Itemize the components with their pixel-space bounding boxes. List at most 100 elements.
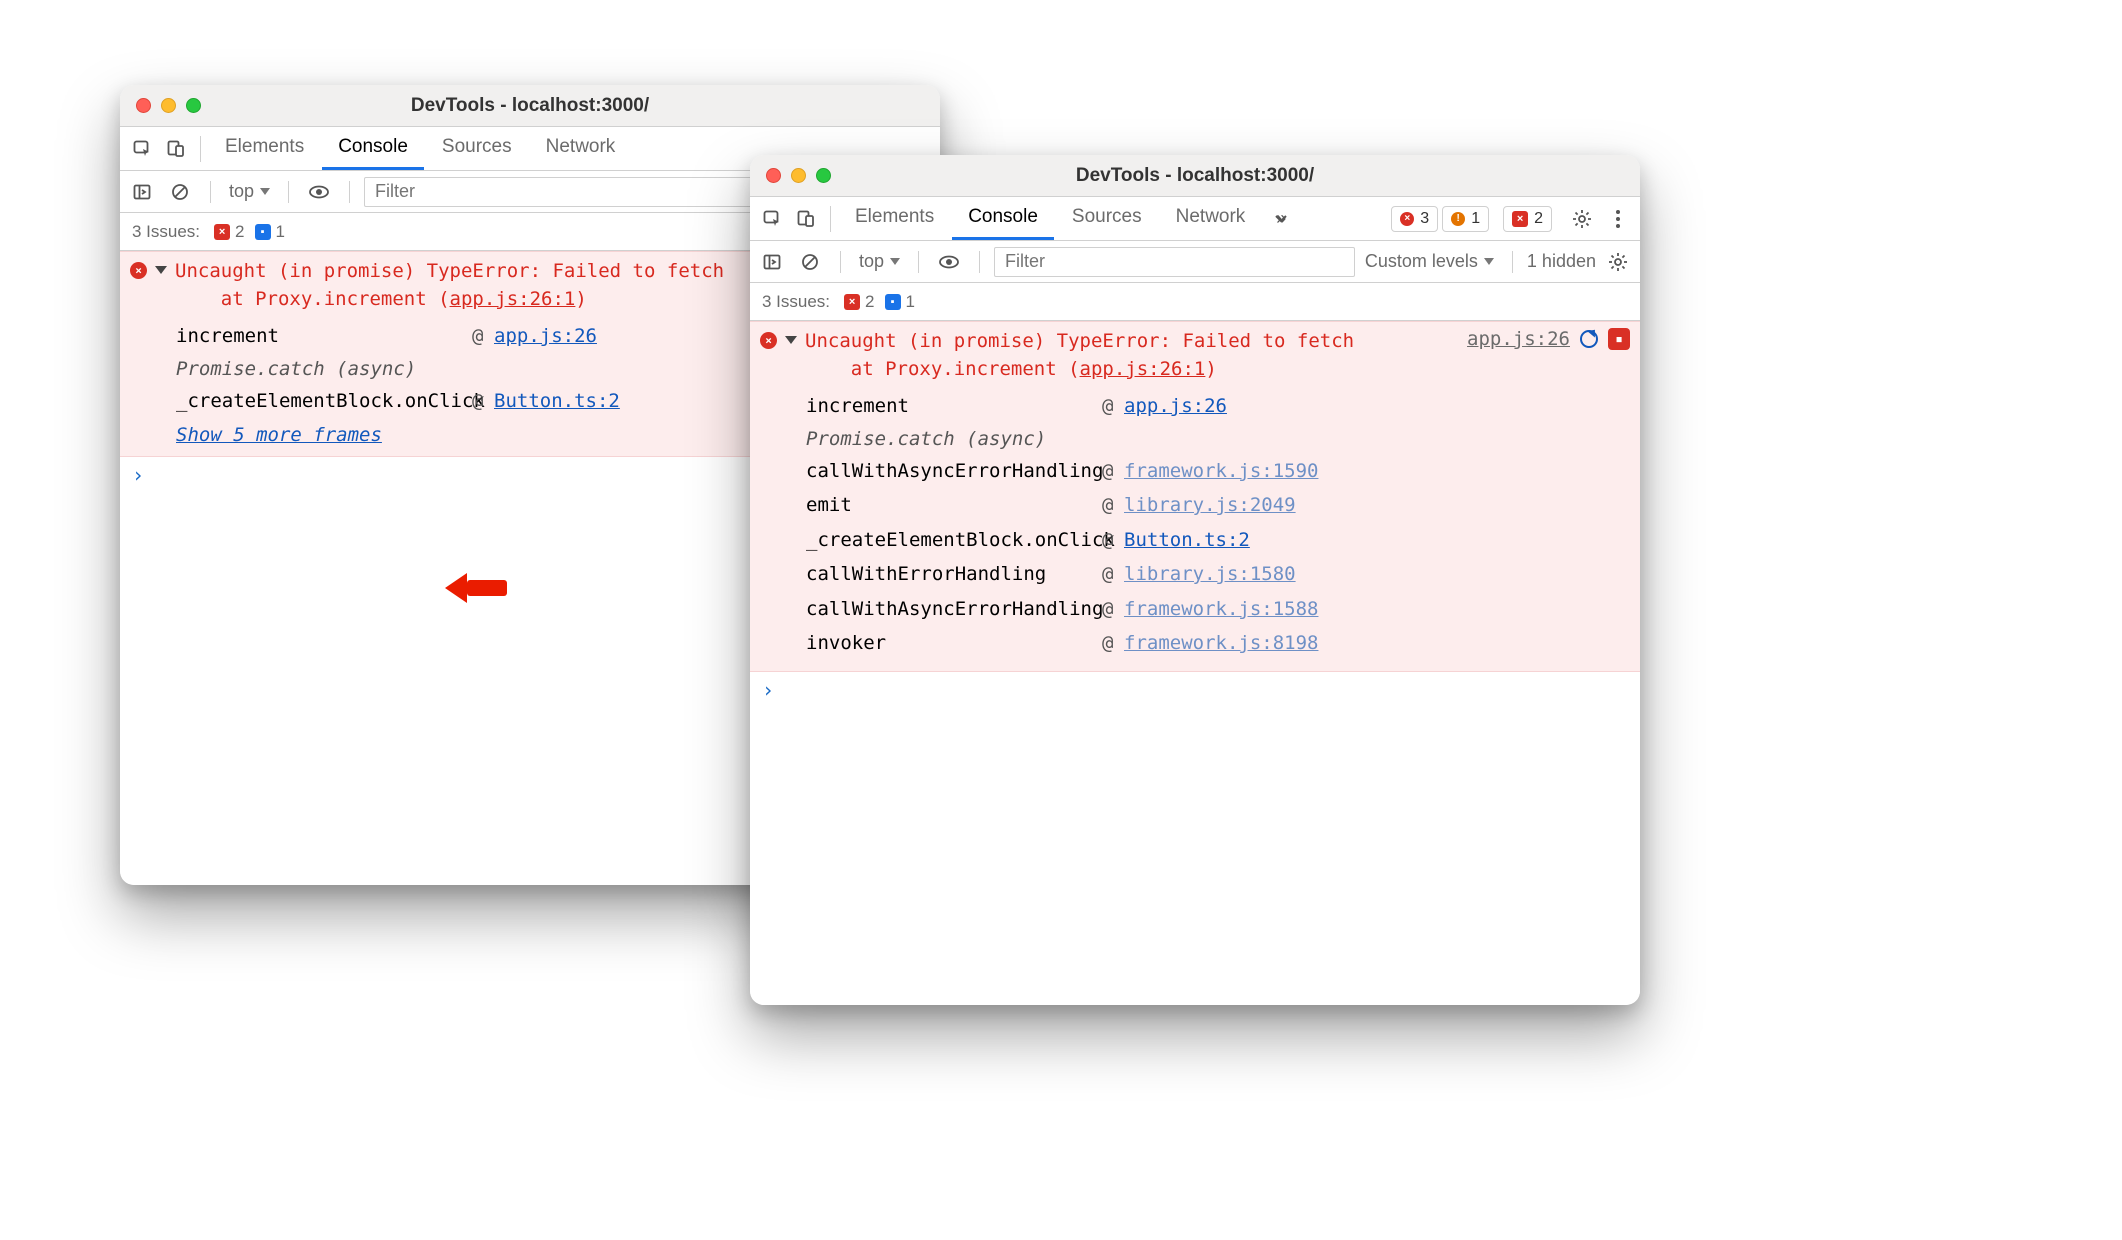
frame-function: callWithAsyncErrorHandling xyxy=(806,457,1096,486)
stack-frame: emit@library.js:2049 xyxy=(806,488,1630,523)
frame-function: invoker xyxy=(806,629,1096,658)
info-icon: ▪ xyxy=(255,224,271,240)
device-toolbar-icon[interactable] xyxy=(160,133,192,165)
tab-console[interactable]: Console xyxy=(322,127,424,170)
error-entry[interactable]: × Uncaught (in promise) TypeError: Faile… xyxy=(750,321,1640,672)
at-symbol: @ xyxy=(472,322,488,351)
devtools-window-expanded: DevTools - localhost:3000/ Elements Cons… xyxy=(750,155,1640,1005)
source-link[interactable]: framework.js:8198 xyxy=(1124,629,1630,658)
source-link[interactable]: framework.js:1588 xyxy=(1124,595,1630,624)
tab-network[interactable]: Network xyxy=(1160,197,1262,240)
tab-elements[interactable]: Elements xyxy=(209,127,320,170)
at-symbol: @ xyxy=(1102,595,1118,624)
source-link[interactable]: app.js:26 xyxy=(1467,328,1570,350)
frame-function: callWithErrorHandling xyxy=(806,560,1096,589)
stack-frame: increment@app.js:26 xyxy=(806,389,1630,424)
error-icon: × xyxy=(844,294,860,310)
error-message: Uncaught (in promise) TypeError: Failed … xyxy=(805,328,1459,383)
at-symbol: @ xyxy=(1102,392,1118,421)
close-window-button[interactable] xyxy=(766,168,781,183)
sidebar-toggle-icon[interactable] xyxy=(126,176,158,208)
stack-frame: callWithAsyncErrorHandling@framework.js:… xyxy=(806,592,1630,627)
minimize-window-button[interactable] xyxy=(161,98,176,113)
chevron-down-icon xyxy=(890,258,900,265)
maximize-window-button[interactable] xyxy=(186,98,201,113)
warning-count-badge[interactable]: !1 xyxy=(1442,206,1489,232)
console-prompt[interactable]: › xyxy=(750,672,1640,708)
at-symbol: @ xyxy=(1102,560,1118,589)
frame-function: emit xyxy=(806,491,1096,520)
error-count-badge[interactable]: ×3 xyxy=(1391,206,1438,232)
kebab-menu-icon[interactable] xyxy=(1602,203,1634,235)
window-title: DevTools - localhost:3000/ xyxy=(120,95,940,117)
at-symbol: @ xyxy=(472,387,488,416)
settings-icon[interactable] xyxy=(1602,246,1634,278)
filter-input[interactable] xyxy=(994,247,1355,277)
frame-function: _createElementBlock.onClick xyxy=(176,387,466,416)
source-link[interactable]: library.js:1580 xyxy=(1124,560,1630,589)
at-symbol: @ xyxy=(1102,526,1118,555)
issues-label: 3 Issues: xyxy=(132,222,200,242)
log-levels-selector[interactable]: Custom levels xyxy=(1361,251,1498,272)
frame-function: callWithAsyncErrorHandling xyxy=(806,595,1096,624)
issues-label: 3 Issues: xyxy=(762,292,830,312)
maximize-window-button[interactable] xyxy=(816,168,831,183)
stack-trace: increment@app.js:26Promise.catch (async)… xyxy=(806,389,1630,661)
tab-elements[interactable]: Elements xyxy=(839,197,950,240)
source-link[interactable]: app.js:26:1 xyxy=(450,288,576,310)
titlebar[interactable]: DevTools - localhost:3000/ xyxy=(750,155,1640,197)
restart-frame-icon[interactable] xyxy=(1580,330,1598,348)
chevron-down-icon xyxy=(1484,258,1494,265)
sidebar-toggle-icon[interactable] xyxy=(756,246,788,278)
console-toolbar: top Custom levels 1 hidden xyxy=(750,241,1640,283)
stack-frame: _createElementBlock.onClick@Button.ts:2 xyxy=(806,523,1630,558)
at-symbol: @ xyxy=(1102,457,1118,486)
source-link[interactable]: Button.ts:2 xyxy=(1124,526,1630,555)
clear-console-icon[interactable] xyxy=(794,246,826,278)
minimize-window-button[interactable] xyxy=(791,168,806,183)
main-tabs: Elements Console Sources Network » ×3 !1… xyxy=(750,197,1640,241)
context-selector[interactable]: top xyxy=(225,181,274,202)
issues-badge[interactable]: ×2 xyxy=(1503,206,1552,232)
error-icon: × xyxy=(760,332,777,349)
async-boundary: Promise.catch (async) xyxy=(806,424,1630,454)
close-window-button[interactable] xyxy=(136,98,151,113)
live-expression-icon[interactable] xyxy=(303,176,335,208)
inspect-icon[interactable] xyxy=(756,203,788,235)
inspect-icon[interactable] xyxy=(126,133,158,165)
feedback-icon[interactable]: ▪ xyxy=(1608,328,1630,350)
source-link[interactable]: app.js:26 xyxy=(1124,392,1630,421)
at-symbol: @ xyxy=(1102,629,1118,658)
stack-frame: callWithAsyncErrorHandling@framework.js:… xyxy=(806,454,1630,489)
source-link[interactable]: library.js:2049 xyxy=(1124,491,1630,520)
hidden-count[interactable]: 1 hidden xyxy=(1527,251,1596,272)
source-link[interactable]: framework.js:1590 xyxy=(1124,457,1630,486)
source-link[interactable]: app.js:26:1 xyxy=(1080,358,1206,380)
tab-sources[interactable]: Sources xyxy=(1056,197,1158,240)
at-symbol: @ xyxy=(1102,491,1118,520)
error-icon: × xyxy=(130,262,147,279)
error-icon: × xyxy=(214,224,230,240)
titlebar[interactable]: DevTools - localhost:3000/ xyxy=(120,85,940,127)
chevron-down-icon xyxy=(260,188,270,195)
frame-function: increment xyxy=(806,392,1096,421)
context-selector[interactable]: top xyxy=(855,251,904,272)
tab-sources[interactable]: Sources xyxy=(426,127,528,170)
window-title: DevTools - localhost:3000/ xyxy=(750,165,1640,187)
stack-frame: invoker@framework.js:8198 xyxy=(806,626,1630,661)
frame-function: _createElementBlock.onClick xyxy=(806,526,1096,555)
tab-console[interactable]: Console xyxy=(952,197,1054,240)
disclosure-triangle-icon[interactable] xyxy=(785,336,797,350)
clear-console-icon[interactable] xyxy=(164,176,196,208)
more-tabs-icon[interactable]: » xyxy=(1263,203,1295,235)
device-toolbar-icon[interactable] xyxy=(790,203,822,235)
frame-function: increment xyxy=(176,322,466,351)
settings-icon[interactable] xyxy=(1566,203,1598,235)
stack-frame: callWithErrorHandling@library.js:1580 xyxy=(806,557,1630,592)
console-output: × Uncaught (in promise) TypeError: Faile… xyxy=(750,321,1640,1005)
live-expression-icon[interactable] xyxy=(933,246,965,278)
show-more-frames-link[interactable]: Show 5 more frames xyxy=(176,424,382,446)
issues-bar[interactable]: 3 Issues: ×2 ▪1 xyxy=(750,283,1640,321)
disclosure-triangle-icon[interactable] xyxy=(155,266,167,280)
tab-network[interactable]: Network xyxy=(530,127,632,170)
